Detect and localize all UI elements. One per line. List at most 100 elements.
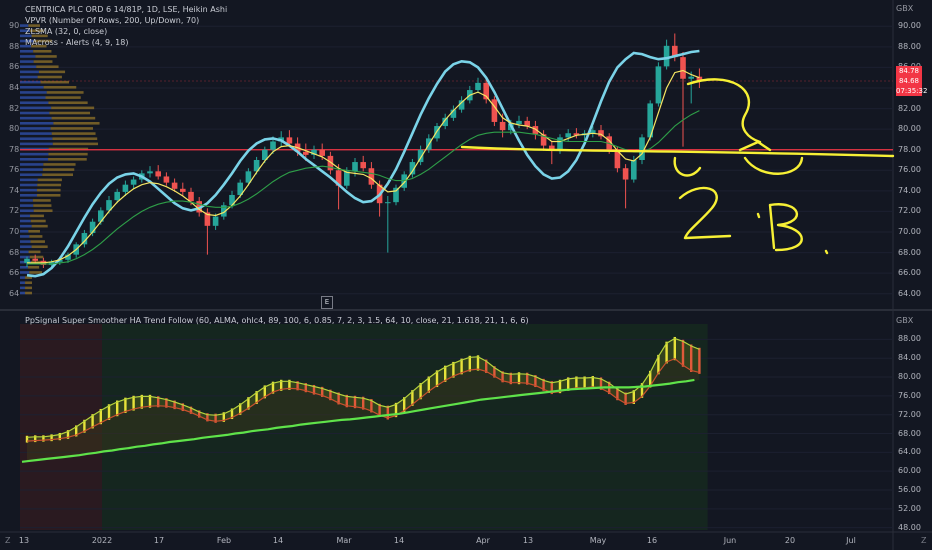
volume-profile-down-bar [37, 188, 61, 192]
volume-profile-down-bar [51, 132, 96, 135]
volume-profile-down-bar [43, 86, 77, 89]
price-axis-tick-left: 64 [9, 288, 20, 298]
volume-profile-up-bar [20, 132, 52, 135]
candle-body [155, 171, 161, 177]
price-tag-2[interactable]: 07:35:32 [896, 86, 927, 96]
volume-profile-up-bar [20, 204, 34, 207]
price-tag-0[interactable]: 84.78 [896, 66, 922, 76]
price-axis-tick-left: 74 [9, 185, 20, 195]
volume-profile-down-bar [33, 204, 52, 207]
candle-body [122, 184, 129, 192]
volume-profile-up-bar [20, 255, 30, 259]
candle-body [368, 168, 375, 185]
candle-body [163, 176, 170, 183]
time-axis-tick: 2022 [91, 536, 113, 545]
candle-body [663, 45, 670, 67]
volume-profile-up-bar [20, 183, 38, 187]
volume-profile-down-bar [30, 219, 46, 223]
legend-macross[interactable]: MAcross - Alerts (4, 9, 18) [25, 37, 227, 48]
price-axis-tick-left: 82 [9, 103, 20, 113]
candle-body [180, 188, 186, 192]
legend-zlsma[interactable]: ZLSMA (32, 0, close) [25, 26, 227, 37]
volume-profile-down-bar [37, 183, 62, 187]
candle-body [491, 99, 498, 122]
time-axis-tick: May [589, 536, 607, 545]
price-axis-tick: 78.00 [898, 144, 921, 154]
volume-profile-up-bar [20, 86, 44, 89]
price-axis-tick-left: 68 [9, 247, 20, 257]
zoom-right-icon[interactable]: Z [921, 536, 926, 545]
candle-body [319, 149, 325, 156]
indicator-axis-currency: GBX [896, 316, 914, 325]
price-axis-tick-left: 88 [9, 41, 20, 51]
drawing-dip-left [673, 156, 702, 177]
indicator-axis-tick: 48.00 [898, 522, 921, 532]
indicator-axis-tick: 76.00 [898, 390, 921, 400]
volume-profile-down-bar [28, 230, 40, 233]
volume-profile-up-bar [20, 276, 26, 279]
candle-body [393, 187, 399, 203]
time-axis-tick: Mar [336, 536, 352, 545]
indicator-title[interactable]: PpSignal Super Smoother HA Trend Follow … [25, 316, 529, 325]
volume-profile-down-bar [29, 271, 43, 274]
price-axis-tick: 76.00 [898, 165, 921, 175]
volume-profile-down-bar [46, 91, 84, 94]
volume-profile-down-bar [35, 55, 57, 58]
price-axis-tick-left: 76 [9, 165, 20, 175]
candle-body [32, 258, 38, 261]
volume-profile-down-bar [48, 101, 88, 105]
volume-profile-down-bar [48, 158, 87, 161]
time-axis-tick: Jun [723, 536, 737, 545]
volume-profile-up-bar [20, 214, 31, 218]
candle-body [516, 120, 522, 124]
legend-vpvr[interactable]: VPVR (Number Of Rows, 200, Up/Down, 70) [25, 15, 227, 26]
chart-canvas[interactable] [0, 0, 932, 550]
price-axis-tick-left: 70 [9, 227, 20, 236]
candle-body [24, 258, 30, 263]
volume-profile-up-bar [20, 122, 54, 125]
volume-profile-up-bar [20, 116, 52, 120]
price-axis-tick-left: 84 [9, 83, 20, 92]
price-axis-tick: 66.00 [898, 268, 921, 278]
indicator-axis-tick: 88.00 [898, 334, 921, 344]
volume-profile-up-bar [20, 60, 34, 63]
time-axis-tick: Jul [846, 536, 856, 545]
volume-profile-up-bar [20, 194, 37, 197]
candle-body [147, 171, 153, 174]
candle-body [499, 121, 506, 131]
volume-profile-down-bar [30, 214, 44, 218]
price-axis-tick-left: 66 [9, 268, 20, 278]
candle-body [655, 66, 662, 104]
price-axis-tick: 74.00 [898, 185, 921, 195]
legend-symbol[interactable]: CENTRICA PLC ORD 6 14/81P, 1D, LSE, Heik… [25, 4, 227, 15]
volume-profile-up-bar [20, 50, 34, 53]
volume-profile-down-bar [49, 111, 91, 115]
volume-profile-down-bar [33, 50, 52, 53]
volume-profile-down-bar [52, 137, 98, 141]
volume-profile-up-bar [20, 55, 36, 58]
volume-profile-up-bar [20, 96, 46, 99]
volume-profile-down-bar [32, 199, 51, 202]
earnings-marker[interactable]: E [321, 296, 333, 309]
volume-profile-down-bar [31, 224, 48, 228]
volume-profile-up-bar [20, 158, 49, 161]
indicator-axis-tick: 72.00 [898, 409, 921, 419]
volume-profile-down-bar [33, 60, 53, 63]
volume-profile-up-bar [20, 230, 29, 233]
volume-profile-down-bar [51, 106, 95, 110]
volume-profile-down-bar [53, 122, 100, 125]
candle-body [631, 160, 637, 180]
volume-profile-down-bar [52, 142, 99, 146]
price-tag-1[interactable]: 84.68 [896, 76, 922, 86]
time-axis-tick: 13 [18, 536, 30, 545]
volume-profile-down-bar [36, 65, 59, 69]
time-axis-tick: 13 [522, 536, 534, 545]
volume-profile-up-bar [20, 106, 52, 110]
price-axis-tick: 80.00 [898, 124, 921, 134]
volume-profile-up-bar [20, 188, 38, 192]
candle-body [344, 171, 350, 186]
zoom-left-icon[interactable]: Z [5, 536, 10, 545]
volume-profile-up-bar [20, 291, 26, 295]
volume-profile-up-bar [20, 178, 38, 182]
candle-body [680, 57, 686, 79]
